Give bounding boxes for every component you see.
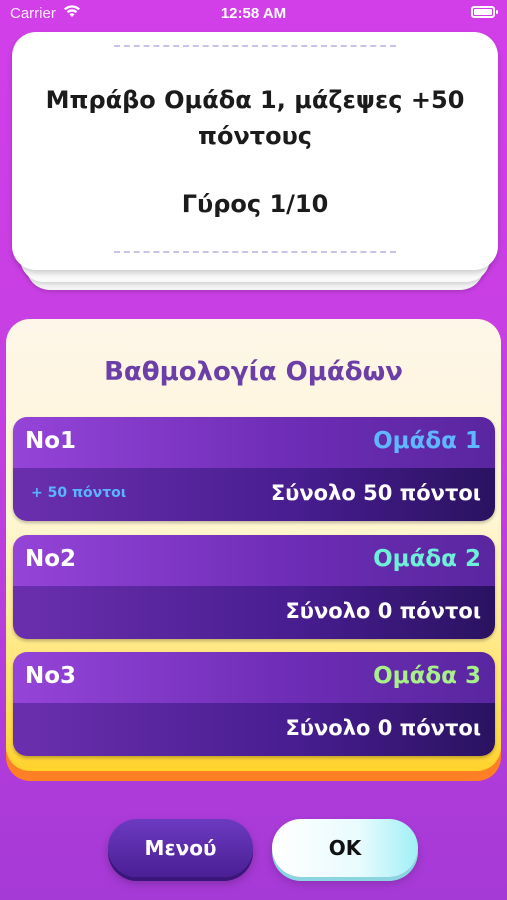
team-total: Σύνολο 0 πόντοι	[285, 599, 481, 623]
team-row: No3 Ομάδα 3 Σύνολο 0 πόντοι	[13, 652, 495, 756]
team-row: No1 Ομάδα 1 + 50 πόντοι Σύνολο 50 πόντοι	[13, 417, 495, 521]
round-card-stack: Μπράβο Ομάδα 1, μάζεψες +50 πόντους Γύρο…	[12, 32, 498, 290]
team-rank: No3	[25, 663, 77, 689]
team-name: Ομάδα 2	[373, 546, 481, 572]
status-bar: Carrier 12:58 AM	[0, 0, 507, 28]
round-card: Μπράβο Ομάδα 1, μάζεψες +50 πόντους Γύρο…	[12, 32, 498, 270]
team-row: No2 Ομάδα 2 Σύνολο 0 πόντοι	[13, 535, 495, 639]
team-rank: No2	[25, 546, 77, 572]
ok-button[interactable]: OK	[272, 819, 418, 877]
battery-icon	[471, 6, 498, 18]
round-counter: Γύρος 1/10	[181, 190, 329, 218]
scoreboard-panel: Βαθμολογία Ομάδων No1 Ομάδα 1 + 50 πόντο…	[6, 319, 501, 781]
team-row-footer: Σύνολο 0 πόντοι	[13, 586, 495, 639]
scoreboard-title: Βαθμολογία Ομάδων	[104, 357, 403, 387]
dashed-divider-bottom	[114, 251, 396, 253]
clock: 12:58 AM	[220, 5, 287, 22]
team-total: Σύνολο 0 πόντοι	[285, 716, 481, 740]
team-rank: No1	[25, 428, 77, 454]
team-total: Σύνολο 50 πόντοι	[270, 481, 481, 505]
scoreboard-inner: Βαθμολογία Ομάδων No1 Ομάδα 1 + 50 πόντο…	[6, 319, 501, 771]
points-added: + 50 πόντοι	[31, 485, 127, 501]
team-row-footer: Σύνολο 0 πόντοι	[13, 703, 495, 756]
team-name: Ομάδα 3	[373, 663, 481, 689]
dashed-divider-top	[114, 45, 396, 47]
team-row-header: No3 Ομάδα 3	[13, 652, 495, 703]
team-row-header: No2 Ομάδα 2	[13, 535, 495, 586]
team-row-footer: + 50 πόντοι Σύνολο 50 πόντοι	[13, 468, 495, 521]
menu-button[interactable]: Μενού	[108, 819, 253, 877]
team-name: Ομάδα 1	[373, 428, 481, 454]
team-row-header: No1 Ομάδα 1	[13, 417, 495, 468]
round-result-message: Μπράβο Ομάδα 1, μάζεψες +50 πόντους	[45, 86, 465, 150]
